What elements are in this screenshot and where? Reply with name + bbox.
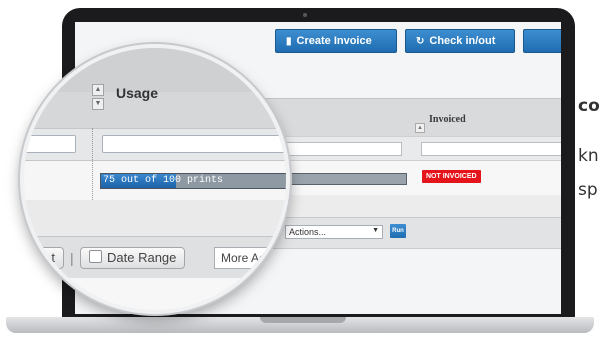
run-button[interactable]: Run	[390, 224, 406, 238]
side-heading-text: co	[578, 96, 600, 116]
actions-select-value: Actions...	[289, 227, 327, 237]
magnifier-lens: ▲ ▼ Usage 75 out of 100 prints t | Date …	[20, 44, 290, 314]
usage-progress-text: 75 out of 100 prints	[103, 175, 224, 186]
separator: |	[70, 250, 74, 266]
magnified-filter-row	[24, 128, 286, 161]
usage-filter-input-magnified[interactable]	[102, 135, 286, 153]
check-in-out-button[interactable]: ↻ Check in/out	[405, 29, 515, 53]
usage-progress-bar: 75 out of 100 prints	[100, 173, 286, 189]
refresh-icon: ↻	[416, 35, 425, 47]
usage-progress-bar-small	[285, 173, 407, 185]
sort-up-icon[interactable]: ▲	[92, 84, 104, 96]
side-body-text-1: kn	[578, 146, 599, 166]
side-body-text-2: sp	[578, 180, 598, 200]
magnified-spacer	[24, 200, 286, 236]
toolbar-button-partial[interactable]	[523, 29, 561, 53]
date-range-checkbox[interactable]	[89, 250, 102, 263]
usage-filter-input[interactable]	[285, 142, 402, 156]
column-divider	[92, 128, 94, 200]
check-in-out-label: Check in/out	[429, 35, 496, 47]
date-range-label: Date Range	[107, 250, 177, 265]
actions-select[interactable]: Actions... ▼	[285, 225, 383, 239]
create-invoice-label: Create Invoice	[296, 35, 372, 47]
caret-down-icon: ▼	[372, 227, 379, 234]
sort-arrows-icon[interactable]: ▲	[415, 123, 425, 133]
invoiced-filter-input[interactable]	[421, 142, 561, 156]
laptop-notch	[260, 317, 346, 323]
create-invoice-button[interactable]: ▮ Create Invoice	[275, 29, 397, 53]
camera-icon	[303, 13, 307, 17]
partial-button[interactable]: t	[24, 247, 64, 269]
column-header-usage[interactable]: Usage	[116, 85, 158, 101]
date-range-button[interactable]: Date Range	[80, 247, 186, 269]
not-invoiced-badge: NOT INVOICED	[422, 170, 481, 183]
left-filter-input[interactable]	[24, 135, 76, 153]
document-icon: ▮	[286, 35, 292, 47]
more-actions-select[interactable]: More Acti	[214, 247, 286, 269]
sort-down-icon[interactable]: ▼	[92, 98, 104, 110]
magnified-table-row: 75 out of 100 prints	[24, 160, 286, 202]
column-header-invoiced[interactable]: Invoiced	[429, 114, 466, 125]
magnified-bottom	[24, 278, 286, 310]
magnified-footer: t | Date Range More Acti	[24, 236, 286, 279]
